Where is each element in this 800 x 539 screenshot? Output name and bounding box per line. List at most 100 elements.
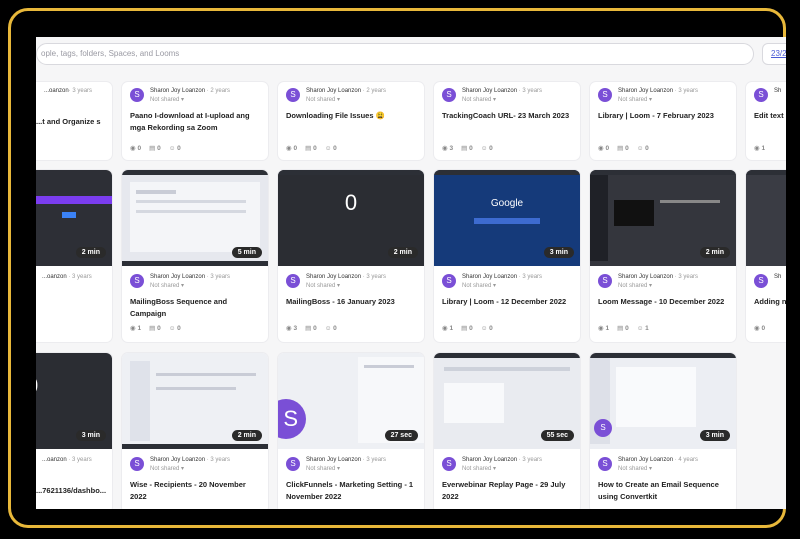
avatar: S xyxy=(598,457,612,471)
video-title[interactable]: TrackingCoach URL- 23 March 2023 xyxy=(442,110,576,122)
video-thumbnail[interactable]: 55 sec xyxy=(434,353,580,449)
video-thumbnail[interactable]: 0 3 min xyxy=(36,353,112,449)
share-status[interactable]: Not shared ▾ xyxy=(462,282,496,289)
loom-library-screen: ople, tags, folders, Spaces, and Looms 2… xyxy=(36,37,786,509)
video-thumbnail[interactable]: 2 min xyxy=(122,353,268,449)
avatar: S xyxy=(594,419,612,437)
video-stats: ◉ 0 ▤ 0 ☺ 0 xyxy=(598,145,649,152)
video-card[interactable]: 5 min S Sharon Joy Loanzon · 3 years Not… xyxy=(122,170,268,342)
video-title[interactable]: ...7621136/dashbo... xyxy=(36,485,112,497)
video-stats: ◉ 0 xyxy=(754,325,766,332)
video-title[interactable]: Adding n xyxy=(754,296,786,308)
video-title[interactable]: Edit text xyxy=(754,110,786,122)
video-thumbnail[interactable]: Google 3 min xyxy=(434,170,580,266)
video-stats: ◉ 0 ▤ 0 ☺ 0 xyxy=(286,145,337,152)
video-card[interactable]: Google 3 min S Sharon Joy Loanzon · 3 ye… xyxy=(434,170,580,342)
duration-badge: 2 min xyxy=(231,430,262,441)
avatar: S xyxy=(598,274,612,288)
avatar: S xyxy=(598,88,612,102)
video-title[interactable]: How to Create an Email Sequence using Co… xyxy=(598,479,732,503)
video-title[interactable]: MailingBoss - 16 January 2023 xyxy=(286,296,420,308)
author-name: Sharon Joy Loanzon · 3 years xyxy=(306,274,387,280)
video-stats: ◉ 1 xyxy=(754,145,766,152)
avatar: S xyxy=(442,274,456,288)
video-card[interactable]: 0 2 min S Sharon Joy Loanzon · 3 years N… xyxy=(278,170,424,342)
video-card[interactable]: 55 sec S Sharon Joy Loanzon · 3 years No… xyxy=(434,353,580,509)
video-thumbnail[interactable] xyxy=(746,170,786,266)
video-title[interactable]: Everwebinar Replay Page - 29 July 2022 xyxy=(442,479,576,503)
share-status[interactable]: Not shared ▾ xyxy=(150,96,184,103)
share-status[interactable]: Not shared ▾ xyxy=(150,465,184,472)
video-card[interactable]: S Sh Edit text ◉ 1 xyxy=(746,82,786,160)
share-status[interactable]: Not shared ▾ xyxy=(306,96,340,103)
author-name: Sharon Joy Loanzon · 2 years xyxy=(306,88,387,94)
author-name: Sh xyxy=(774,88,782,94)
video-card[interactable]: 2 min S Sharon Joy Loanzon · 3 years Not… xyxy=(590,170,736,342)
video-card[interactable]: S Sh Adding n ◉ 0 xyxy=(746,170,786,342)
video-card[interactable]: S Sharon Joy Loanzon · 2 years Not share… xyxy=(122,82,268,160)
author-name: Sharon Joy Loanzon · 3 years xyxy=(618,88,699,94)
video-card[interactable]: S 3 min S Sharon Joy Loanzon · 4 years N… xyxy=(590,353,736,509)
video-thumbnail[interactable]: 5 min xyxy=(122,170,268,266)
avatar: S xyxy=(286,88,300,102)
thumb-google: Google xyxy=(490,198,524,209)
video-thumbnail[interactable]: 2 min xyxy=(36,170,112,266)
avatar: S xyxy=(286,274,300,288)
views-icon: ◉ 0 xyxy=(130,145,142,152)
video-title[interactable]: Library | Loom - 7 February 2023 xyxy=(598,110,732,122)
avatar: S xyxy=(130,457,144,471)
avatar: S xyxy=(278,399,306,439)
video-title[interactable]: ...t and Organize s xyxy=(36,116,112,128)
share-status[interactable]: Not shared ▾ xyxy=(618,282,652,289)
video-title[interactable]: Downloading File Issues 😩 xyxy=(286,110,420,122)
video-thumbnail[interactable]: S 27 sec xyxy=(278,353,424,449)
author-name: Sharon Joy Loanzon · 3 years xyxy=(462,457,543,463)
duration-badge: 2 min xyxy=(75,247,106,258)
avatar: S xyxy=(754,88,768,102)
share-status[interactable]: Not shared ▾ xyxy=(618,96,652,103)
avatar: S xyxy=(130,274,144,288)
author-name: Sharon Joy Loanzon · 3 years xyxy=(306,457,387,463)
video-card[interactable]: 2 min ...oanzon · 3 years xyxy=(36,170,112,342)
video-title[interactable]: Wise - Recipients - 20 November 2022 xyxy=(130,479,264,503)
video-card[interactable]: ...oanzon· 3 years ...t and Organize s xyxy=(36,82,112,160)
video-title[interactable]: Library | Loom - 12 December 2022 xyxy=(442,296,576,308)
video-stats: ◉ 1 ▤ 0 ☺ 0 xyxy=(442,325,493,332)
duration-badge: 3 min xyxy=(75,430,106,441)
share-status[interactable]: Not shared ▾ xyxy=(306,282,340,289)
video-thumbnail[interactable]: S 3 min xyxy=(590,353,736,449)
author-name: Sharon Joy Loanzon · 2 years xyxy=(150,88,231,94)
thumb-zero: 0 xyxy=(344,190,358,215)
video-thumbnail[interactable]: 2 min xyxy=(590,170,736,266)
avatar: S xyxy=(442,457,456,471)
video-title[interactable]: Loom Message - 10 December 2022 xyxy=(598,296,732,308)
author-name: Sharon Joy Loanzon · 4 years xyxy=(618,457,699,463)
share-status[interactable]: Not shared ▾ xyxy=(150,282,184,289)
video-card[interactable]: 2 min S Sharon Joy Loanzon · 3 years Not… xyxy=(122,353,268,509)
comment-icon: ▤ 0 xyxy=(149,145,161,152)
video-title[interactable]: Paano I-download at I-upload ang mga Rek… xyxy=(130,110,264,134)
avatar: S xyxy=(754,274,768,288)
video-title[interactable]: MailingBoss Sequence and Campaign xyxy=(130,296,264,320)
video-thumbnail[interactable]: 0 2 min xyxy=(278,170,424,266)
video-card[interactable]: S Sharon Joy Loanzon · 2 years Not share… xyxy=(278,82,424,160)
avatar: S xyxy=(130,88,144,102)
video-card[interactable]: S Sharon Joy Loanzon · 3 years Not share… xyxy=(434,82,580,160)
share-status[interactable]: Not shared ▾ xyxy=(618,465,652,472)
video-card[interactable]: S Sharon Joy Loanzon · 3 years Not share… xyxy=(590,82,736,160)
author-name: Sharon Joy Loanzon · 3 years xyxy=(462,274,543,280)
video-card[interactable]: S 27 sec S Sharon Joy Loanzon · 3 years … xyxy=(278,353,424,509)
share-status[interactable]: Not shared ▾ xyxy=(462,465,496,472)
video-title[interactable]: ClickFunnels - Marketing Setting - 1 Nov… xyxy=(286,479,420,503)
duration-badge: 3 min xyxy=(699,430,730,441)
pagination-link[interactable]: 23/2 xyxy=(762,43,786,65)
duration-badge: 2 min xyxy=(387,247,418,258)
share-status[interactable]: Not shared ▾ xyxy=(462,96,496,103)
search-input[interactable]: ople, tags, folders, Spaces, and Looms xyxy=(36,43,754,65)
video-stats: ◉ 0 ▤ 0 ☺ 0 xyxy=(130,144,189,152)
video-stats: ◉ 3 ▤ 0 ☺ 0 xyxy=(442,145,493,152)
author-name: Sh xyxy=(774,274,782,280)
author-name: Sharon Joy Loanzon · 3 years xyxy=(618,274,699,280)
share-status[interactable]: Not shared ▾ xyxy=(306,465,340,472)
video-card[interactable]: 0 3 min ...oanzon · 3 years ...7621136/d… xyxy=(36,353,112,509)
